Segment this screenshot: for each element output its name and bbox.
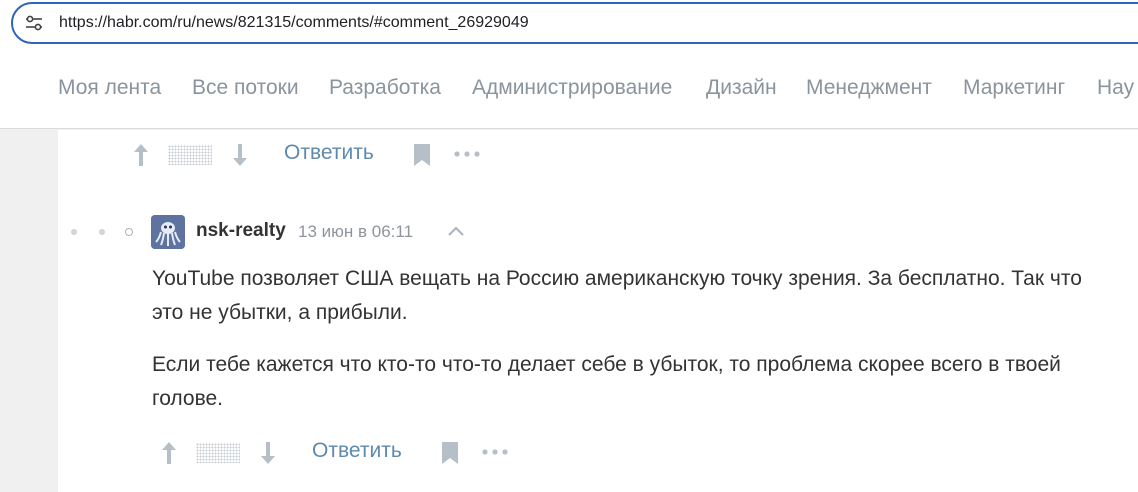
nav-item-my-feed[interactable]: Моя лента [58,76,161,100]
comment-actions-previous: Ответить [0,141,1138,171]
bookmark-icon[interactable] [413,143,431,167]
vote-up-icon[interactable] [132,143,150,167]
nav-item-marketing[interactable]: Маркетинг [963,76,1065,100]
comment-paragraph: YouTube позволяет США вещать на Россию а… [152,267,1082,324]
thread-dot-icon [71,229,77,235]
reply-button[interactable]: Ответить [312,439,402,463]
site-settings-icon[interactable] [25,15,43,31]
score-placeholder [168,145,212,165]
avatar[interactable] [151,215,185,249]
thread-dot-icon [99,229,105,235]
nav-item-administration[interactable]: Администрирование [472,76,672,100]
comment-author[interactable]: nsk-realty [196,220,286,242]
thread-dot-current-icon [125,228,133,236]
vote-down-icon[interactable] [259,441,277,465]
vote-up-icon[interactable] [160,441,178,465]
chevron-up-icon[interactable] [446,224,466,238]
address-bar[interactable]: https://habr.com/ru/news/821315/comments… [11,2,1138,44]
octopus-avatar-icon [151,215,185,249]
comment-actions: Ответить [0,439,1138,469]
hubs-nav: Моя лента Все потоки Разработка Админист… [0,52,1138,129]
nav-item-all-streams[interactable]: Все потоки [192,76,299,100]
nav-item-management[interactable]: Менеджмент [806,76,932,100]
score-placeholder [196,443,240,463]
more-icon[interactable] [453,149,481,159]
nav-item-science[interactable]: Нау [1097,76,1134,100]
comment-paragraph: Если тебе кажется что кто-то что-то дела… [152,353,1061,410]
reply-button[interactable]: Ответить [284,141,374,165]
vote-down-icon[interactable] [231,143,249,167]
comment-date[interactable]: 13 июн в 06:11 [298,222,413,242]
thread-level-indicator [0,226,140,238]
url-text[interactable]: https://habr.com/ru/news/821315/comments… [59,14,529,32]
nav-item-development[interactable]: Разработка [329,76,441,100]
more-icon[interactable] [481,447,509,457]
bookmark-icon[interactable] [441,441,459,465]
nav-item-design[interactable]: Дизайн [706,76,777,100]
browser-toolbar: https://habr.com/ru/news/821315/comments… [0,0,1138,52]
